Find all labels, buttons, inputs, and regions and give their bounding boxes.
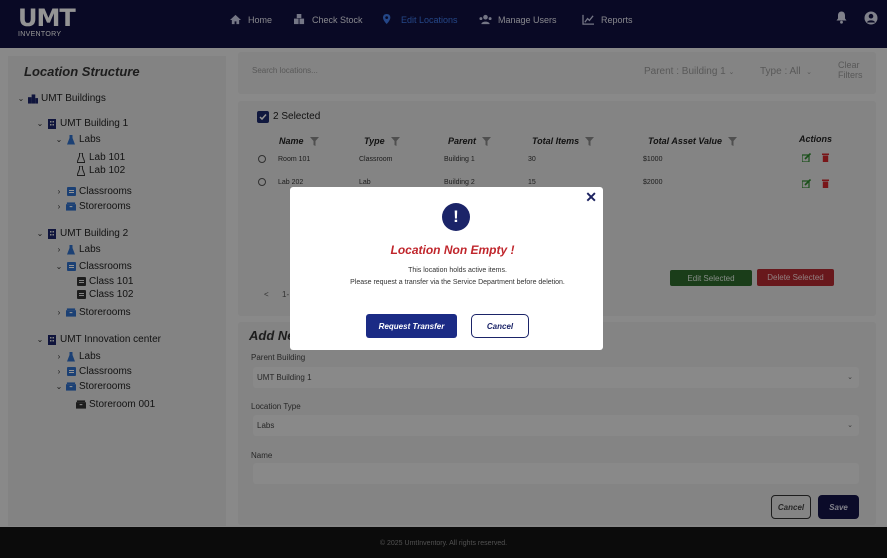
dialog-title: Location Non Empty ! (390, 243, 515, 257)
close-icon[interactable]: ✕ (585, 190, 597, 204)
dialog-cancel-button[interactable]: Cancel (471, 314, 529, 338)
dialog-message-line1: This location holds active items. (408, 267, 507, 274)
warning-icon: ! (442, 203, 470, 231)
request-transfer-button[interactable]: Request Transfer (366, 314, 457, 338)
dialog-message-line2: Please request a transfer via the Servic… (350, 279, 565, 286)
location-non-empty-dialog: ✕ ! Location Non Empty ! This location h… (290, 187, 603, 350)
